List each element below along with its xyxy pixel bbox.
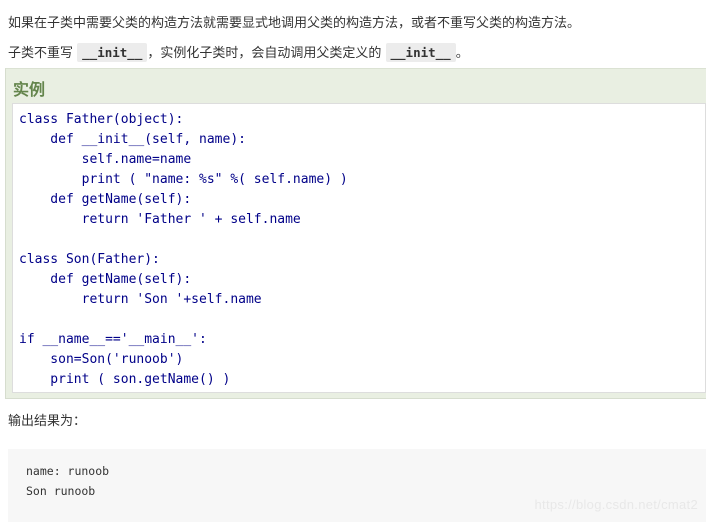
code-line: def __init__(self, name): [19,132,246,147]
code-line: print ( son.getName() ) [19,372,231,387]
code-line: def getName(self): [19,272,192,287]
code-line: if __name__=='__main__': [19,332,207,347]
intro-text-after: 。 [455,46,469,61]
inline-code-init-2: __init__ [385,43,456,62]
code-line: return 'Father ' + self.name [19,212,301,227]
code-line: son=Son('runoob') [19,352,184,367]
code-line: return 'Son '+self.name [19,292,262,307]
intro-paragraph-2: 子类不重写 __init__ ，实例化子类时，会自动调用父类定义的 __init_… [8,43,469,64]
code-line: class Father(object): [19,112,184,127]
code-block[interactable]: class Father(object): def __init__(self,… [12,103,706,393]
inline-code-init-1: __init__ [77,43,148,62]
watermark: https://blog.csdn.net/cmat2 [534,497,698,512]
code-line: print ( "name: %s" %( self.name) ) [19,172,348,187]
output-line: name: runoob [26,464,110,478]
output-label: 输出结果为： [8,414,87,429]
intro-text-middle: ，实例化子类时，会自动调用父类定义的 [147,46,386,61]
code-line: self.name=name [19,152,192,167]
code-line: class Son(Father): [19,252,160,267]
intro-text-before: 子类不重写 [8,46,78,61]
intro-paragraph-1: 如果在子类中需要父类的构造方法就需要显式地调用父类的构造方法，或者不重写父类的构… [8,16,581,31]
example-box: 实例 class Father(object): def __init__(se… [5,68,706,399]
code-line: def getName(self): [19,192,192,207]
example-title: 实例 [13,80,46,99]
